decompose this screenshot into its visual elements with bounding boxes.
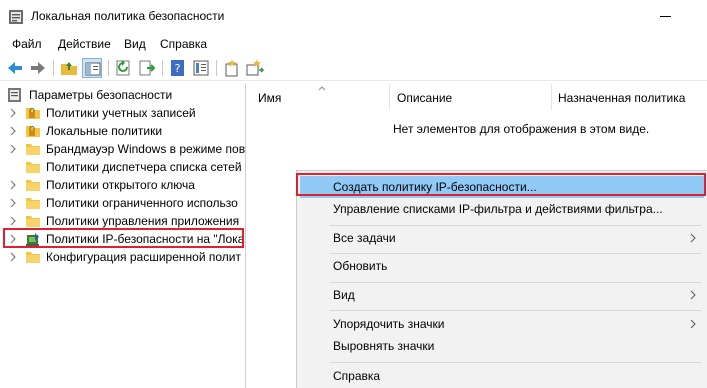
back-icon[interactable] [5,58,25,78]
sort-arrow-icon [318,86,326,91]
menu-separator [330,282,701,283]
tree-item-label: Политики ограниченного использо [46,196,238,210]
menu-item-label: Справка [333,369,381,383]
toolbar: ? [0,55,707,81]
chevron-right-icon[interactable] [9,179,17,191]
menu-item-label: Обновить [333,259,388,273]
menu-item-label: Управление списками IP-фильтра и действи… [333,202,663,216]
tree-root-security-settings[interactable]: Параметры безопасности [0,86,245,104]
window-title: Локальная политика безопасности [31,9,225,23]
menu-item-label: Вид [333,288,355,302]
menu-item-line-up-icons[interactable]: Выровнять значки [300,335,704,357]
menu-item-all-tasks[interactable]: Все задачи [300,227,704,249]
folder-icon [26,162,40,173]
chevron-right-icon[interactable] [9,215,17,227]
menu-separator [330,253,701,254]
toolbar-separator [53,60,54,76]
tree-item-label: Политики диспетчера списка сетей [46,160,242,174]
menu-item-refresh[interactable]: Обновить [300,255,704,277]
tree-item-windows-firewall[interactable]: Брандмауэр Windows в режиме пов [0,140,246,158]
tree-item-public-key-policies[interactable]: Политики открытого ключа [0,176,245,194]
menu-file[interactable]: Файл [12,37,42,51]
tree-item-label: Конфигурация расширенной полит [46,250,241,264]
column-divider[interactable] [389,84,390,110]
minimize-button[interactable] [660,16,671,17]
menu-item-arrange-icons[interactable]: Упорядочить значки [300,313,704,335]
folder-icon [26,144,40,155]
submenu-arrow-icon [690,319,696,329]
menu-item-help[interactable]: Справка [300,365,704,387]
up-folder-icon[interactable] [59,58,79,78]
properties-icon[interactable] [191,58,211,78]
menu-item-label: Упорядочить значки [333,317,445,331]
toolbar-separator [216,60,217,76]
chevron-right-icon[interactable] [9,143,17,155]
tree-item-label: Локальные политики [46,124,163,138]
chevron-right-icon[interactable] [9,197,17,209]
tree-item-label: Политики открытого ключа [46,178,195,192]
annotation-highlight-create-policy [296,173,706,196]
chevron-right-icon[interactable] [9,107,17,119]
assign-policy-icon[interactable] [245,58,265,78]
menu-item-view[interactable]: Вид [300,284,704,306]
tree-item-account-policies[interactable]: Политики учетных записей [0,104,245,122]
title-bar: Локальная политика безопасности [0,0,707,32]
tree-root-label: Параметры безопасности [29,88,173,102]
forward-icon[interactable] [28,58,48,78]
svg-text:?: ? [175,62,181,75]
toolbar-separator [108,60,109,76]
menu-item-label: Выровнять значки [333,339,435,353]
column-header-assigned-policy[interactable]: Назначенная политика [558,91,685,105]
menu-item-manage-ip-filters[interactable]: Управление списками IP-фильтра и действи… [300,198,704,220]
folder-icon [26,252,40,263]
tree-item-local-policies[interactable]: Локальные политики [0,122,245,140]
column-header-name[interactable]: Имя [258,91,281,105]
folder-icon [26,198,40,209]
folder-icon [26,180,40,191]
tree-item-network-list-manager[interactable]: Политики диспетчера списка сетей [0,158,245,176]
export-list-icon[interactable] [137,58,157,78]
help-icon[interactable]: ? [168,58,188,78]
column-header-description[interactable]: Описание [397,91,452,105]
security-policy-icon [8,88,21,102]
submenu-arrow-icon [690,233,696,243]
toolbar-separator [162,60,163,76]
folder-icon [26,216,40,227]
context-menu: Создать политику IP-безопасности... Упра… [296,170,707,388]
tree-item-software-restriction[interactable]: Политики ограниченного использо [0,194,245,212]
menu-bar: Файл Действие Вид Справка [0,33,707,53]
tree-item-label: Брандмауэр Windows в режиме пов [46,142,246,156]
locked-folder-icon [26,107,40,119]
menu-view[interactable]: Вид [124,37,146,51]
menu-separator [330,310,701,311]
tree-item-label: Политики учетных записей [46,106,196,120]
column-divider[interactable] [551,84,552,110]
tree-item-advanced-audit[interactable]: Конфигурация расширенной полит [0,248,245,266]
menu-action[interactable]: Действие [58,37,111,51]
security-policy-icon [9,10,23,24]
empty-list-message: Нет элементов для отображения в этом вид… [393,122,650,136]
tree-item-label: Политики управления приложения [46,214,240,228]
menu-separator [330,225,701,226]
menu-item-label: Все задачи [333,231,396,245]
show-hide-tree-icon[interactable] [82,58,102,78]
submenu-arrow-icon [690,290,696,300]
menu-help[interactable]: Справка [160,37,207,51]
locked-folder-icon [26,125,40,137]
menu-separator [330,362,701,363]
chevron-right-icon[interactable] [9,251,17,263]
new-item-icon[interactable] [222,58,242,78]
annotation-highlight-ip-security [3,228,244,248]
refresh-icon[interactable] [114,58,134,78]
chevron-right-icon[interactable] [9,125,17,137]
